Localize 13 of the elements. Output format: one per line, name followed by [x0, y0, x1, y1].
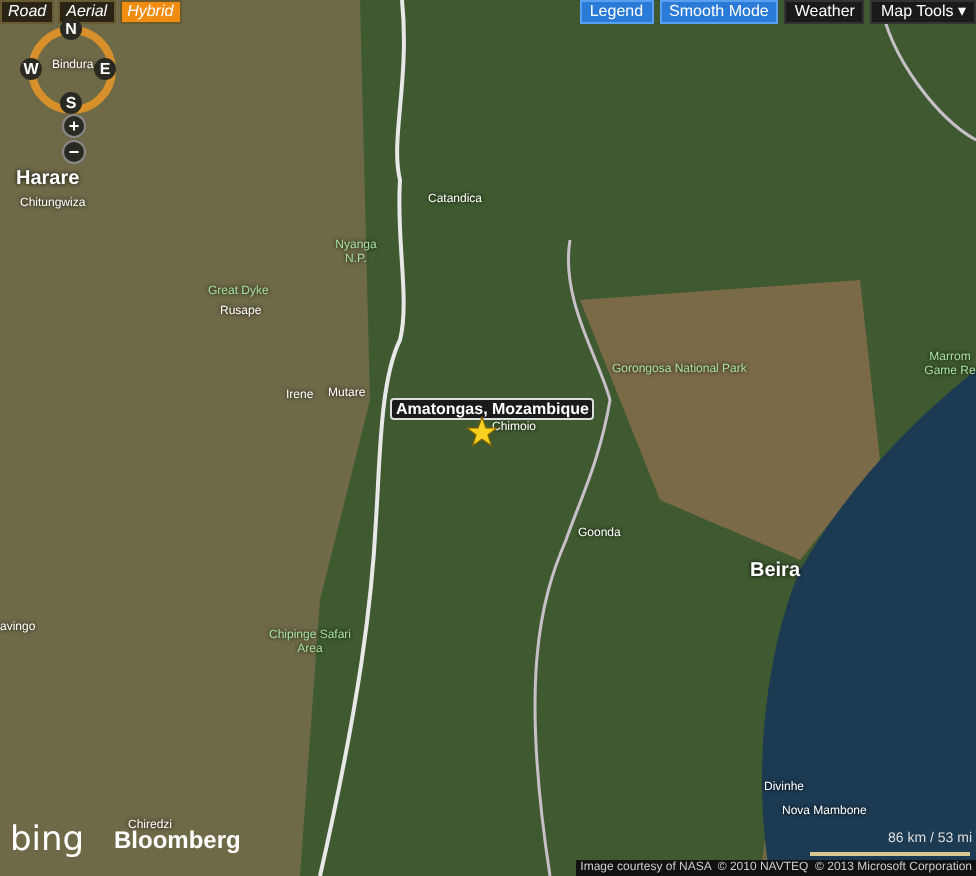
- bing-logo: bing: [10, 820, 85, 860]
- map-place-label: Harare: [16, 168, 80, 190]
- compass-direction[interactable]: S: [60, 92, 82, 114]
- map-type-tab[interactable]: Road: [0, 0, 55, 24]
- toolbar-button[interactable]: Smooth Mode: [659, 0, 779, 24]
- toolbar-button[interactable]: Map Tools ▾: [870, 0, 976, 24]
- map-place-label: Beira: [750, 560, 801, 582]
- toolbar-button[interactable]: Legend: [579, 0, 654, 24]
- pushpin-label[interactable]: Amatongas, Mozambique: [390, 398, 595, 420]
- compass-direction[interactable]: E: [94, 58, 116, 80]
- partner-logo: Bloomberg: [114, 826, 241, 854]
- map-type-tab[interactable]: Aerial: [58, 0, 116, 24]
- toolbar-button[interactable]: Weather: [784, 0, 865, 24]
